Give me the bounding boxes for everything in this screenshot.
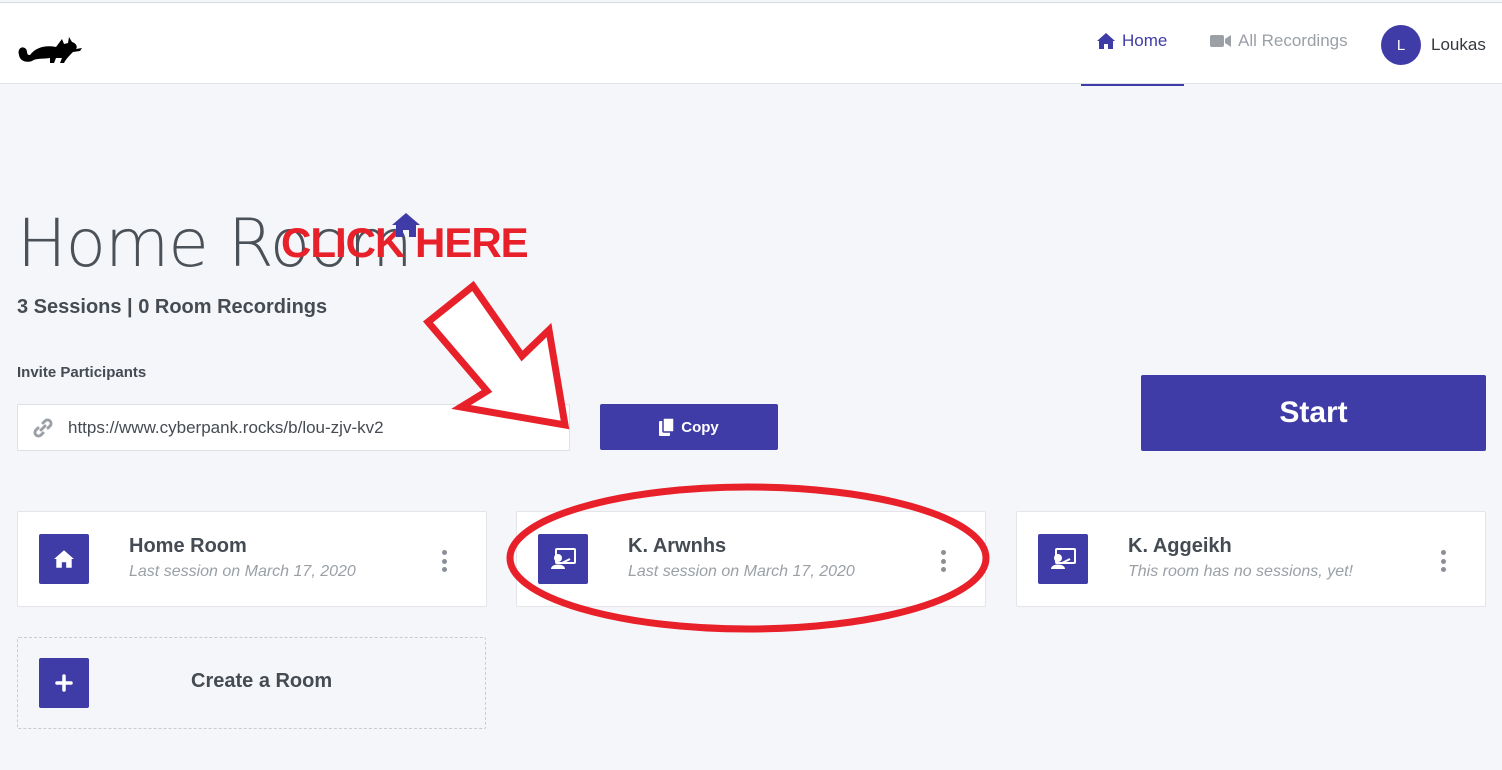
nav-recordings-link[interactable]: All Recordings <box>1210 31 1348 51</box>
create-room-card[interactable]: Create a Room <box>17 637 486 729</box>
room-name: Home Room <box>129 535 247 557</box>
home-icon <box>392 213 420 237</box>
create-room-label: Create a Room <box>191 670 333 692</box>
room-card-aggeikh[interactable]: K. Aggeikh This room has no sessions, ye… <box>1016 511 1486 607</box>
invite-url-input[interactable] <box>68 417 548 438</box>
room-icon-box <box>538 534 588 584</box>
room-name: K. Aggeikh <box>1128 535 1232 557</box>
room-icon-box <box>39 534 89 584</box>
more-options-icon[interactable] <box>941 550 947 572</box>
create-icon-box <box>39 658 89 708</box>
room-card-home[interactable]: Home Room Last session on March 17, 2020 <box>17 511 487 607</box>
home-icon <box>1097 33 1115 49</box>
copy-button-label: Copy <box>681 418 719 436</box>
start-button[interactable]: Start <box>1141 375 1486 451</box>
invite-url-field <box>17 404 570 451</box>
copy-button[interactable]: Copy <box>600 404 778 450</box>
video-camera-icon <box>1210 35 1231 47</box>
more-options-icon[interactable] <box>1441 550 1447 572</box>
room-stats: 3 Sessions | 0 Room Recordings <box>17 296 328 318</box>
nav-recordings-label: All Recordings <box>1238 31 1348 50</box>
top-navbar: Home All Recordings L Loukas <box>0 2 1502 86</box>
cat-logo[interactable] <box>16 25 84 67</box>
user-avatar[interactable]: L <box>1381 25 1421 65</box>
nav-home-link[interactable]: Home <box>1096 31 1167 51</box>
plus-icon <box>55 674 73 692</box>
room-name: K. Arwnhs <box>628 535 727 557</box>
room-card-arwnhs[interactable]: K. Arwnhs Last session on March 17, 2020 <box>516 511 986 607</box>
room-icon-box <box>1038 534 1088 584</box>
user-name[interactable]: Loukas <box>1431 35 1486 55</box>
room-last-session: Last session on March 17, 2020 <box>628 563 855 580</box>
copy-icon <box>659 418 675 436</box>
presenter-icon <box>551 548 576 569</box>
invite-participants-label: Invite Participants <box>17 364 147 381</box>
home-icon <box>54 550 74 568</box>
active-tab-indicator <box>1081 84 1184 86</box>
presenter-icon <box>1051 548 1076 569</box>
nav-home-label: Home <box>1122 31 1168 50</box>
link-icon <box>33 417 53 438</box>
room-last-session: Last session on March 17, 2020 <box>129 563 356 580</box>
room-last-session: This room has no sessions, yet! <box>1128 563 1353 580</box>
more-options-icon[interactable] <box>442 550 448 572</box>
